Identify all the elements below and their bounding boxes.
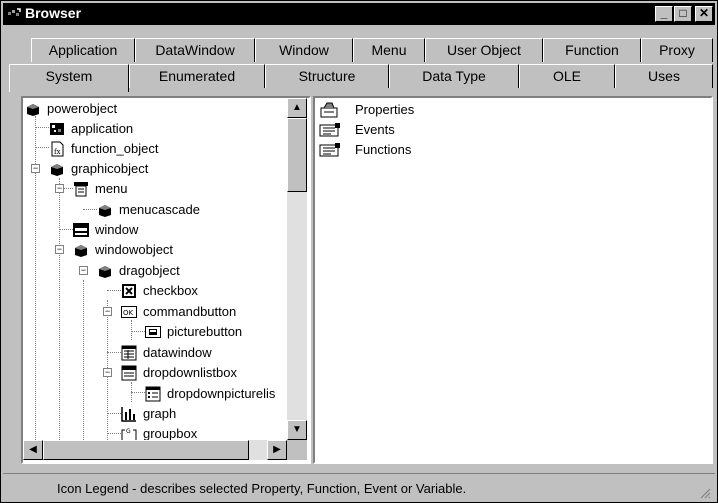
scroll-right-button[interactable]: ▶ xyxy=(267,440,287,460)
collapse-commandbutton-toggle[interactable]: − xyxy=(103,307,112,316)
window-icon xyxy=(73,223,89,237)
tab-menu[interactable]: Menu xyxy=(353,38,425,62)
tree-node-label: commandbutton xyxy=(143,304,237,319)
tab-window[interactable]: Window xyxy=(255,38,353,62)
browser-app-icon xyxy=(8,8,21,16)
collapse-menu-toggle[interactable]: − xyxy=(55,184,64,193)
list-item-label: Properties xyxy=(355,102,415,117)
tree-horizontal-scrollbar[interactable]: ◀ ▶ xyxy=(23,440,287,460)
tab-data-type[interactable]: Data Type xyxy=(389,64,519,88)
tree-node-label: menucascade xyxy=(119,202,200,217)
scroll-down-button[interactable]: ▼ xyxy=(287,420,307,440)
object-tree[interactable]: − − − − − − powerobject application fx f… xyxy=(21,96,311,464)
graph-icon xyxy=(121,407,136,422)
tab-ole[interactable]: OLE xyxy=(519,64,615,88)
cube-icon xyxy=(99,266,111,278)
tree-node-label: picturebutton xyxy=(167,324,243,339)
minimize-button[interactable]: _ xyxy=(655,6,673,22)
tab-system[interactable]: System xyxy=(9,64,129,92)
tree-node-label: dropdownlistbox xyxy=(143,365,237,380)
window-title: Browser xyxy=(25,5,82,21)
svg-text:OK: OK xyxy=(123,309,134,317)
tree-node-label: powerobject xyxy=(47,101,118,116)
tab-enumerated[interactable]: Enumerated xyxy=(129,64,265,88)
svg-text:G: G xyxy=(126,428,131,435)
collapse-graphicobject-toggle[interactable]: − xyxy=(31,164,40,173)
functions-icon xyxy=(319,143,340,157)
cube-icon xyxy=(99,205,111,217)
tab-uses[interactable]: Uses xyxy=(615,64,713,88)
cube-icon xyxy=(51,164,63,176)
list-item-label: Functions xyxy=(355,142,412,157)
close-button[interactable]: ✕ xyxy=(695,6,713,22)
tree-node-label: dropdownpicturelis xyxy=(167,386,276,401)
tree-node-label: window xyxy=(95,222,139,237)
status-text: Icon Legend - describes selected Propert… xyxy=(57,481,467,496)
tree-node-label: graphicobject xyxy=(71,161,149,176)
tree-node-label: function_object xyxy=(71,141,159,156)
cube-icon xyxy=(27,104,39,116)
tree-node-label: windowobject xyxy=(95,242,174,257)
tab-row-1: Application DataWindow Window Menu User … xyxy=(9,38,713,62)
tab-proxy[interactable]: Proxy xyxy=(641,38,713,62)
dropdownpicturelistbox-icon xyxy=(145,386,161,402)
browser-window: Browser _ □ ✕ Application DataWindow Win… xyxy=(0,0,718,503)
horizontal-scroll-thumb[interactable] xyxy=(43,440,249,460)
tree-node-label: datawindow xyxy=(143,345,212,360)
title-bar[interactable]: Browser _ □ ✕ xyxy=(3,3,715,25)
tree-node-label: checkbox xyxy=(143,283,198,298)
tree-node-label: menu xyxy=(95,181,128,196)
picturebutton-icon xyxy=(145,326,161,338)
tab-function[interactable]: Function xyxy=(543,38,641,62)
tab-row-2: System Enumerated Structure Data Type OL… xyxy=(9,64,713,92)
application-icon xyxy=(50,123,64,135)
function-icon: fx xyxy=(51,141,64,157)
dropdownlistbox-icon xyxy=(121,365,137,381)
tab-datawindow[interactable]: DataWindow xyxy=(135,38,255,62)
resize-grip-icon[interactable] xyxy=(699,487,711,499)
vertical-scroll-thumb[interactable] xyxy=(287,118,307,192)
collapse-dropdownlistbox-toggle[interactable]: − xyxy=(103,368,112,377)
status-bar: Icon Legend - describes selected Propert… xyxy=(3,473,715,501)
commandbutton-icon: OK xyxy=(121,306,137,318)
tree-node-label: dragobject xyxy=(119,263,180,278)
tab-user-object[interactable]: User Object xyxy=(425,38,543,62)
svg-text:fx: fx xyxy=(54,148,61,156)
tab-application[interactable]: Application xyxy=(31,38,135,62)
collapse-windowobject-toggle[interactable]: − xyxy=(55,245,64,254)
tree-node-label: application xyxy=(71,121,134,136)
scrollbar-corner xyxy=(287,440,307,460)
maximize-button[interactable]: □ xyxy=(674,6,692,22)
cube-icon xyxy=(75,245,87,257)
datawindow-icon xyxy=(121,345,137,361)
scroll-left-button[interactable]: ◀ xyxy=(23,440,43,460)
collapse-dragobject-toggle[interactable]: − xyxy=(79,266,88,275)
tab-structure[interactable]: Structure xyxy=(265,64,389,88)
scroll-up-button[interactable]: ▲ xyxy=(287,98,307,118)
tree-vertical-scrollbar[interactable]: ▲ ▼ xyxy=(287,98,307,440)
events-icon xyxy=(319,123,340,137)
tree-node-label: graph xyxy=(143,406,177,421)
member-list[interactable]: Properties Events Functions xyxy=(313,96,713,464)
menu-icon xyxy=(74,182,88,197)
properties-icon xyxy=(320,102,338,118)
checkbox-icon xyxy=(122,284,136,298)
list-item-label: Events xyxy=(355,122,395,137)
